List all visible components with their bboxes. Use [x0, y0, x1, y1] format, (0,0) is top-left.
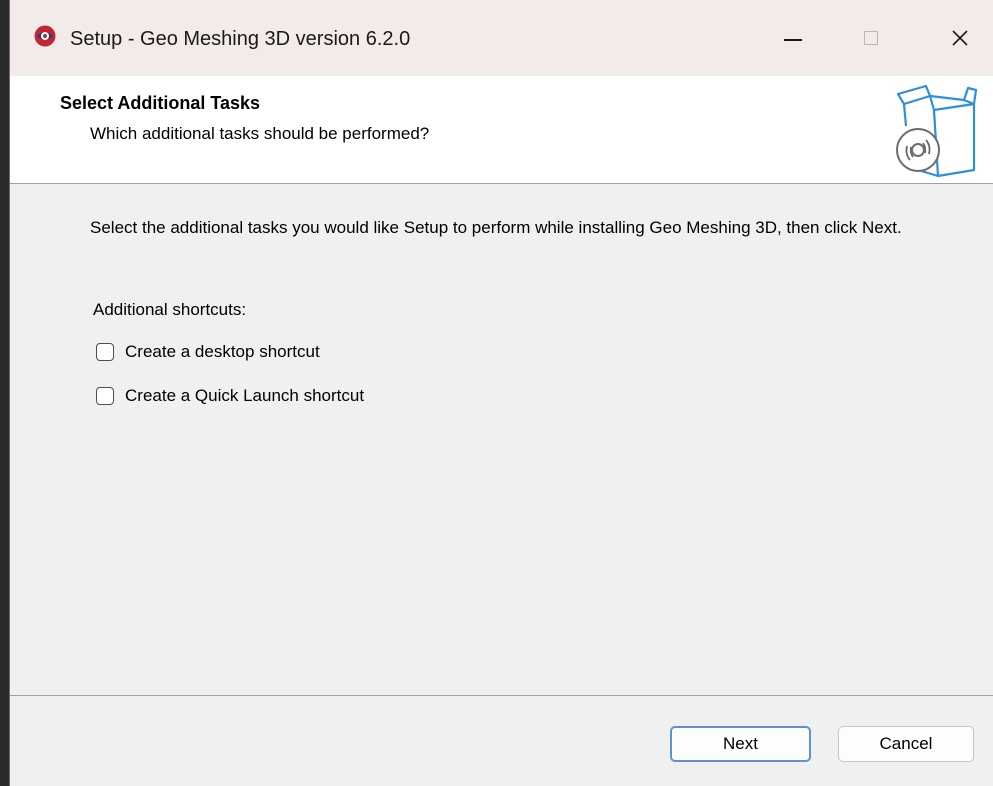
- window-title: Setup - Geo Meshing 3D version 6.2.0: [70, 28, 411, 50]
- close-button[interactable]: [929, 0, 991, 76]
- setup-window: Setup - Geo Meshing 3D version 6.2.0 Sel…: [9, 0, 993, 786]
- wizard-header: Select Additional Tasks Which additional…: [10, 76, 993, 184]
- page-title: Select Additional Tasks: [60, 93, 261, 113]
- next-button[interactable]: Next: [670, 726, 811, 762]
- wizard-footer: Next Cancel: [10, 696, 993, 786]
- quick-launch-shortcut-checkbox-row[interactable]: Create a Quick Launch shortcut: [96, 386, 364, 406]
- maximize-button: [840, 0, 902, 76]
- install-box-disc-icon: [896, 84, 978, 178]
- instructions-text: Select the additional tasks you would li…: [90, 218, 902, 237]
- desktop-shortcut-label[interactable]: Create a desktop shortcut: [125, 342, 320, 362]
- title-bar[interactable]: Setup - Geo Meshing 3D version 6.2.0: [10, 0, 993, 86]
- desktop-shortcut-checkbox-row[interactable]: Create a desktop shortcut: [96, 342, 320, 362]
- maximize-icon: [864, 31, 878, 45]
- quick-launch-shortcut-checkbox[interactable]: [96, 387, 114, 405]
- wizard-body: Select the additional tasks you would li…: [10, 184, 993, 696]
- minimize-button[interactable]: [762, 0, 824, 76]
- page-subtitle: Which additional tasks should be perform…: [90, 124, 430, 143]
- shortcuts-section-label: Additional shortcuts:: [93, 300, 247, 319]
- cancel-button[interactable]: Cancel: [838, 726, 974, 762]
- minimize-icon: [784, 39, 802, 41]
- desktop-shortcut-checkbox[interactable]: [96, 343, 114, 361]
- app-logo-icon: [34, 25, 56, 47]
- quick-launch-shortcut-label[interactable]: Create a Quick Launch shortcut: [125, 386, 364, 406]
- close-icon: [952, 30, 968, 46]
